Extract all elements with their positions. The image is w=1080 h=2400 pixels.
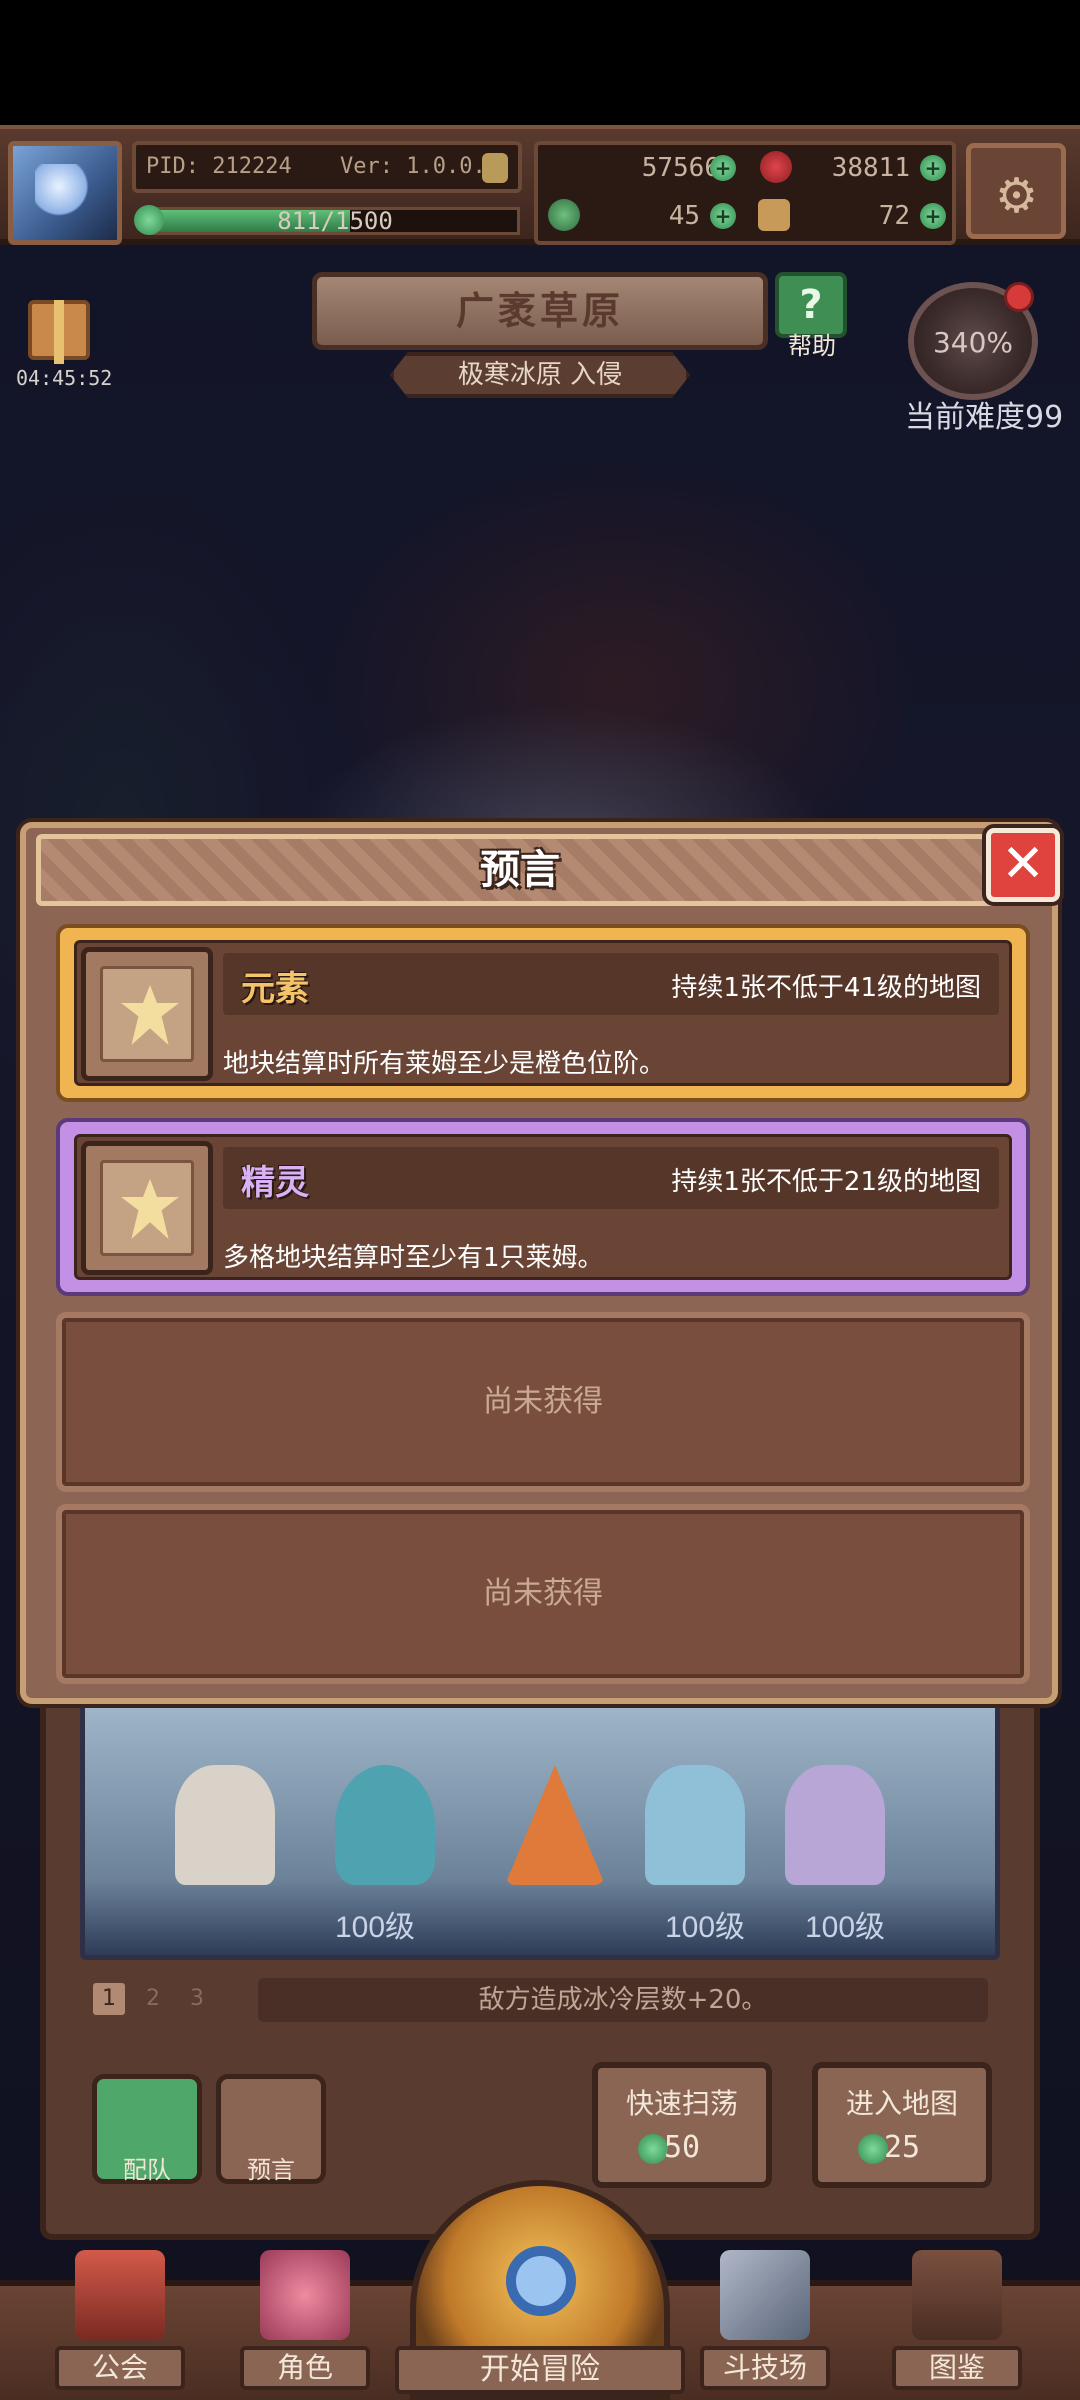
settings-button[interactable]: ⚙ <box>966 143 1066 239</box>
enemy-unit <box>645 1765 745 1885</box>
nav-character[interactable]: 角色 <box>240 2250 370 2390</box>
nav-character-label: 角色 <box>240 2346 370 2390</box>
resource-red-value: 38811 <box>831 153 910 183</box>
card-name: 精灵 <box>241 1163 309 1203</box>
card-body: 精灵 持续1张不低于21级的地图 多格地块结算时至少有1只莱姆。 <box>74 1134 1012 1280</box>
enemy-level: 100级 <box>665 1911 746 1944</box>
nav-arena-label: 斗技场 <box>700 2346 830 2390</box>
nav-codex-label: 图鉴 <box>892 2346 1022 2390</box>
enemy-unit <box>785 1765 885 1885</box>
close-button[interactable]: ✕ <box>986 828 1060 902</box>
character-icon <box>260 2250 350 2340</box>
enemy-level: 100级 <box>335 1911 416 1944</box>
team-label: 配队 <box>123 2156 171 2184</box>
modal-header: 预言 <box>36 834 1004 906</box>
enemy-unit <box>175 1765 275 1885</box>
card-name-bar: 精灵 持续1张不低于21级的地图 <box>223 1147 999 1209</box>
question-icon: ? <box>799 282 823 328</box>
exp-value: 811/1500 <box>277 207 393 235</box>
empty-slot-label: 尚未获得 <box>483 1384 603 1419</box>
difficulty-percent: 340% <box>932 326 1014 359</box>
add-red-icon[interactable]: + <box>920 155 946 181</box>
modal-title: 预言 <box>480 847 560 893</box>
enter-map-cost: 25 <box>883 2130 921 2165</box>
card-requirement: 持续1张不低于21级的地图 <box>671 1167 981 1197</box>
enter-map-button[interactable]: 进入地图 25 <box>812 2062 992 2188</box>
add-clover-icon[interactable]: + <box>710 203 736 229</box>
swords-icon <box>720 2250 810 2340</box>
invasion-tag: 极寒冰原 入侵 <box>390 352 690 398</box>
card-name-bar: 元素 持续1张不低于41级的地图 <box>223 953 999 1015</box>
card-description: 地块结算时所有莱姆至少是橙色位阶。 <box>223 1049 666 1079</box>
enemy-unit <box>505 1765 605 1885</box>
player-avatar[interactable] <box>8 141 122 245</box>
empty-prophecy-slot: 尚未获得 <box>56 1504 1030 1684</box>
magnifier-icon <box>506 2246 576 2316</box>
card-description: 多格地块结算时至少有1只莱姆。 <box>223 1243 604 1273</box>
star-icon <box>121 1179 179 1239</box>
nav-arena[interactable]: 斗技场 <box>700 2250 830 2390</box>
resource-clover-value: 45 <box>668 201 700 231</box>
add-key-icon[interactable]: + <box>920 203 946 229</box>
nav-guild-label: 公会 <box>55 2346 185 2390</box>
gift-timer: 04:45:52 <box>16 366 113 390</box>
card-requirement: 持续1张不低于41级的地图 <box>671 973 981 1003</box>
guild-icon <box>75 2250 165 2340</box>
coin-icon <box>482 153 508 183</box>
quick-sweep-button[interactable]: 快速扫荡 50 <box>592 2062 772 2188</box>
game-version: Ver: 1.0.0.8 <box>340 154 499 179</box>
prophecy-modal: 预言 ✕ 元素 持续1张不低于41级的地图 地块结算时所有莱姆至少是橙色位阶。 <box>20 822 1060 1704</box>
gift-icon[interactable] <box>28 300 90 364</box>
nav-codex[interactable]: 图鉴 <box>892 2250 1022 2390</box>
prophecy-card-spirit[interactable]: 精灵 持续1张不低于21级的地图 多格地块结算时至少有1只莱姆。 <box>56 1118 1030 1296</box>
enter-map-label: 进入地图 <box>845 2087 958 2120</box>
close-icon: ✕ <box>1001 834 1045 894</box>
card-icon-frame <box>81 1141 213 1275</box>
add-gold-icon[interactable]: + <box>710 155 736 181</box>
difficulty-label: 当前难度99 <box>905 400 1064 435</box>
enemy-level: 100级 <box>805 1911 886 1944</box>
clover-icon <box>548 199 580 231</box>
quick-sweep-cost: 50 <box>663 2130 701 2165</box>
nav-guild[interactable]: 公会 <box>55 2250 185 2390</box>
card-icon-frame <box>81 947 213 1081</box>
area-banner: 广袤草原 <box>312 272 768 350</box>
card-body: 元素 持续1张不低于41级的地图 地块结算时所有莱姆至少是橙色位阶。 <box>74 940 1012 1086</box>
resource-gold-value: 57566 <box>641 153 720 183</box>
help-label: 帮助 <box>788 332 836 360</box>
page-tab[interactable]: 1 <box>90 1980 128 2018</box>
gear-icon: ⚙ <box>995 168 1039 224</box>
page-tab[interactable]: 3 <box>178 1980 216 2018</box>
empty-slot-label: 尚未获得 <box>483 1576 603 1611</box>
start-adventure-label: 开始冒险 <box>395 2346 685 2394</box>
area-title: 广袤草原 <box>455 289 624 333</box>
prophecy-card-element[interactable]: 元素 持续1张不低于41级的地图 地块结算时所有莱姆至少是橙色位阶。 <box>56 924 1030 1102</box>
empty-prophecy-slot: 尚未获得 <box>56 1312 1030 1492</box>
status-bar: PID: 212224 Ver: 1.0.0.8 811/1500 57566 … <box>0 125 1080 245</box>
enemy-unit <box>335 1765 435 1885</box>
card-icon-inner <box>100 1160 194 1256</box>
quick-sweep-label: 快速扫荡 <box>625 2087 738 2120</box>
star-icon <box>121 985 179 1045</box>
card-name: 元素 <box>241 969 309 1009</box>
page-tab[interactable]: 2 <box>134 1980 172 2018</box>
stage-effect: 敌方造成冰冷层数+20。 <box>258 1978 988 2022</box>
player-id: PID: 212224 <box>146 154 292 179</box>
key-icon <box>758 199 790 231</box>
card-icon-inner <box>100 966 194 1062</box>
prophecy-label: 预言 <box>247 2156 295 2184</box>
resource-key-value: 72 <box>878 201 910 231</box>
book-icon <box>912 2250 1002 2340</box>
